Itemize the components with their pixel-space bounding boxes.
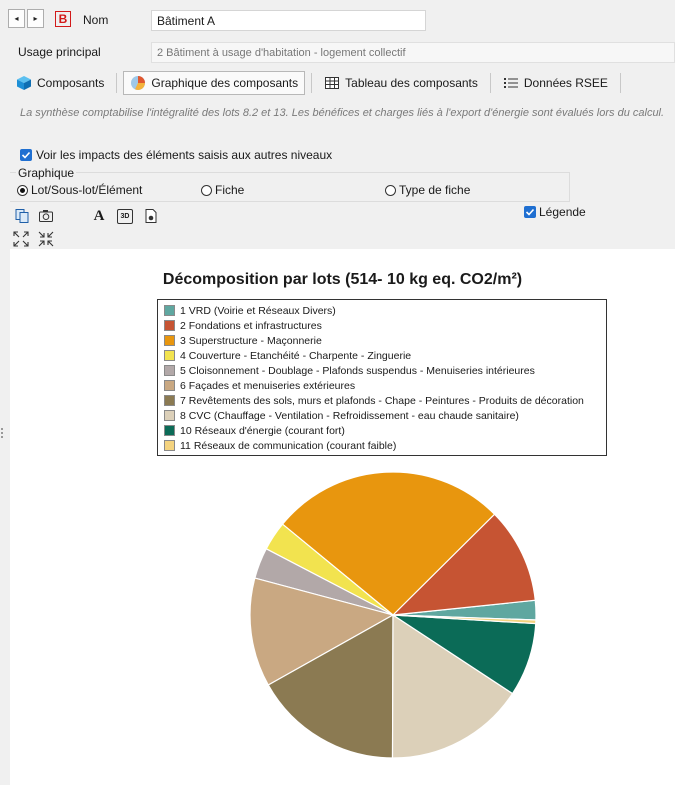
export-button[interactable]	[143, 208, 159, 224]
radio-unselected-icon	[385, 184, 396, 196]
show-impacts-checkbox[interactable]: Voir les impacts des éléments saisis aux…	[20, 148, 332, 162]
graphique-group-label: Graphique	[16, 166, 77, 180]
info-text: La synthèse comptabilise l'intégralité d…	[20, 107, 665, 119]
copy-icon	[15, 209, 29, 223]
usage-label: Usage principal	[18, 45, 101, 59]
tab-separator	[116, 73, 118, 93]
tab-separator	[311, 73, 313, 93]
collapse-icon	[38, 231, 54, 247]
radio-label: Type de fiche	[399, 183, 471, 197]
expand-button[interactable]	[13, 231, 29, 247]
checkbox-checked-icon	[20, 149, 32, 161]
radio-fiche[interactable]: Fiche	[201, 183, 244, 197]
tab-label: Données RSEE	[523, 76, 608, 90]
screenshot-button[interactable]	[38, 208, 54, 224]
building-b-icon: B	[55, 11, 71, 27]
chevron-right-icon: ▸	[33, 14, 38, 23]
chart-panel: Décomposition par lots (514- 10 kg eq. C…	[10, 249, 675, 785]
tab-separator	[489, 73, 491, 93]
usage-field: 2 Bâtiment à usage d'habitation - logeme…	[151, 42, 675, 63]
show-impacts-label: Voir les impacts des éléments saisis aux…	[36, 148, 333, 162]
collapse-button[interactable]	[38, 231, 54, 247]
tab-bar: Composants Graphique des composants Tabl…	[10, 71, 621, 95]
next-button[interactable]: ▸	[27, 9, 44, 28]
splitter-handle[interactable]	[1, 428, 4, 442]
checkbox-checked-icon	[524, 206, 536, 218]
tab-label: Tableau des composants	[345, 76, 478, 90]
radio-unselected-icon	[201, 184, 212, 196]
tab-separator	[619, 73, 621, 93]
radio-selected-icon	[17, 184, 28, 196]
tab-graphique[interactable]: Graphique des composants	[123, 71, 306, 95]
cube-icon	[17, 76, 31, 90]
legende-checkbox[interactable]: Légende	[524, 205, 586, 219]
radio-type-de-fiche[interactable]: Type de fiche	[385, 183, 470, 197]
legende-label: Légende	[539, 205, 586, 219]
font-icon: A	[93, 207, 105, 224]
3d-button[interactable]: 3D	[117, 208, 133, 224]
font-button[interactable]: A	[91, 208, 107, 224]
previous-button[interactable]: ◂	[8, 9, 25, 28]
chevron-left-icon: ◂	[14, 14, 19, 23]
tab-donnees-rsee[interactable]: Données RSEE	[497, 71, 614, 95]
tab-tableau[interactable]: Tableau des composants	[318, 71, 484, 95]
radio-lot[interactable]: Lot/Sous-lot/Élément	[17, 183, 142, 197]
table-icon	[325, 77, 340, 89]
tab-label: Graphique des composants	[151, 76, 299, 90]
radio-label: Lot/Sous-lot/Élément	[31, 183, 143, 197]
tab-composants[interactable]: Composants	[10, 71, 110, 95]
camera-icon	[39, 210, 53, 222]
nom-input[interactable]: Bâtiment A	[151, 10, 426, 31]
pie-chart-icon	[131, 76, 146, 90]
tab-label: Composants	[37, 76, 105, 90]
copy-button[interactable]	[14, 208, 30, 224]
expand-icon	[13, 231, 29, 247]
document-icon	[145, 209, 157, 223]
3d-icon: 3D	[117, 208, 133, 224]
pie-chart	[249, 471, 537, 759]
radio-label: Fiche	[215, 183, 245, 197]
nom-label: Nom	[83, 13, 109, 27]
list-icon	[503, 78, 518, 88]
